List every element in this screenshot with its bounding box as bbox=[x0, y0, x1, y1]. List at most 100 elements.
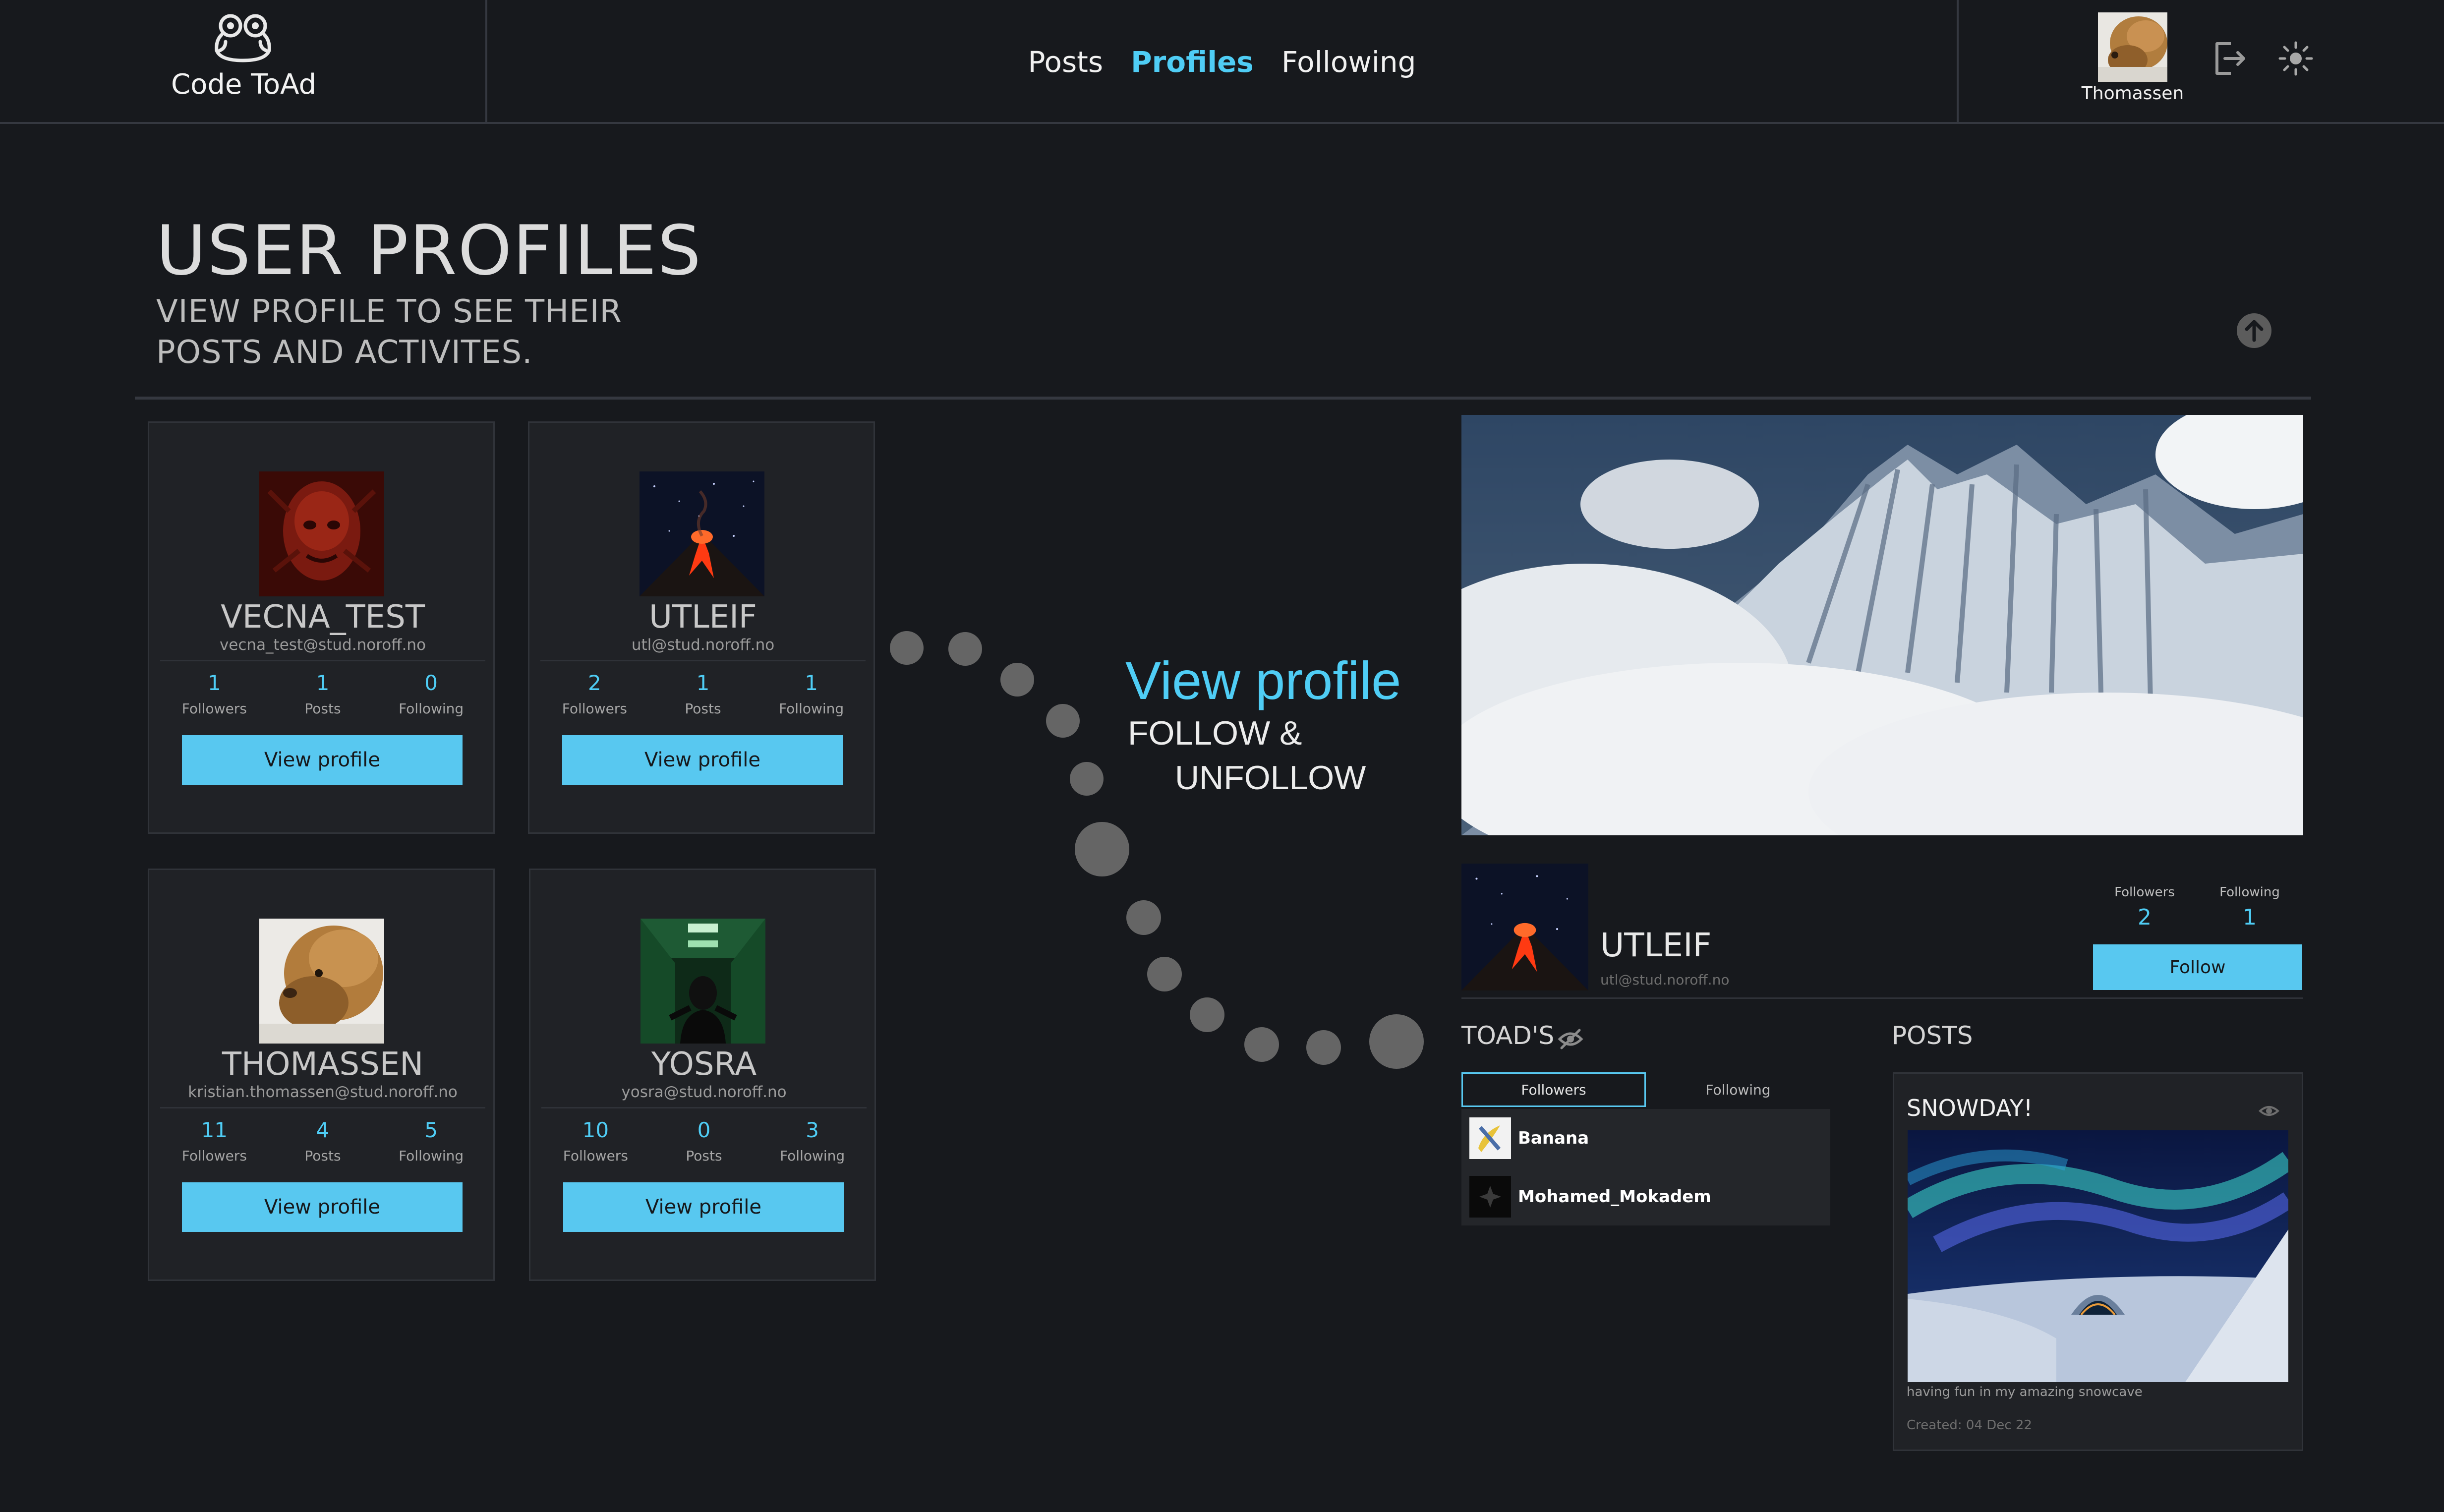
sun-icon[interactable] bbox=[2278, 41, 2314, 76]
profile-card: THOMASSEN kristian.thomassen@stud.noroff… bbox=[148, 869, 495, 1281]
page-title: USER PROFILES bbox=[156, 211, 702, 291]
following-count: 1 bbox=[805, 671, 818, 695]
nav-profiles[interactable]: Profiles bbox=[1131, 45, 1254, 79]
preview-following: Following 1 bbox=[2200, 885, 2299, 930]
profile-stats: 1 Followers 1 Posts 0 Following bbox=[160, 671, 485, 717]
app-name: Code ToAd bbox=[171, 68, 316, 101]
followers-label: Followers bbox=[563, 1148, 628, 1164]
annotation-dot bbox=[1046, 704, 1080, 738]
preview-following-count: 1 bbox=[2243, 905, 2257, 930]
nav-following[interactable]: Following bbox=[1281, 45, 1416, 79]
post-body: having fun in my amazing snowcave bbox=[1907, 1385, 2143, 1399]
annotation-dot bbox=[1147, 957, 1182, 991]
tab-following[interactable]: Following bbox=[1646, 1072, 1830, 1107]
annotation-follow: FOLLOW & bbox=[1128, 714, 1302, 752]
annotation-dot bbox=[1000, 663, 1034, 697]
nav-posts[interactable]: Posts bbox=[1028, 45, 1104, 79]
list-item[interactable]: Mohamed_Mokadem bbox=[1469, 1174, 1826, 1219]
posts-label: Posts bbox=[304, 700, 341, 717]
profile-name: VECNA_TEST bbox=[221, 599, 425, 636]
profile-avatar bbox=[640, 919, 765, 1044]
title-divider bbox=[135, 397, 2311, 400]
user-avatar[interactable] bbox=[2098, 12, 2167, 82]
arrow-up-icon[interactable] bbox=[2236, 312, 2272, 349]
posts-title: POSTS bbox=[1892, 1021, 1973, 1050]
logout-icon[interactable] bbox=[2211, 40, 2249, 77]
follow-button[interactable]: Follow bbox=[2093, 944, 2302, 990]
annotation-dot bbox=[1244, 1027, 1279, 1062]
post-date: Created: 04 Dec 22 bbox=[1907, 1418, 2032, 1433]
view-profile-button[interactable]: View profile bbox=[562, 735, 843, 785]
profile-stats: 2 Followers 1 Posts 1 Following bbox=[540, 671, 866, 717]
posts-count: 4 bbox=[316, 1118, 330, 1142]
profile-name: UTLEIF bbox=[649, 599, 757, 636]
profile-name: THOMASSEN bbox=[222, 1046, 424, 1083]
list-item-name: Mohamed_Mokadem bbox=[1518, 1187, 1711, 1207]
logo-area[interactable]: Code ToAd bbox=[0, 0, 487, 124]
posts-count: 1 bbox=[316, 671, 330, 695]
followers-label: Followers bbox=[562, 700, 627, 717]
preview-avatar bbox=[1461, 864, 1588, 990]
profile-email: yosra@stud.noroff.no bbox=[621, 1083, 787, 1101]
annotation-dot bbox=[890, 631, 924, 665]
profile-card: YOSRA yosra@stud.noroff.no 10 Followers 0… bbox=[529, 869, 876, 1281]
preview-followers: Followers 2 bbox=[2095, 885, 2194, 930]
annotation-dot bbox=[948, 632, 982, 666]
card-divider bbox=[160, 660, 485, 661]
posts-label: Posts bbox=[686, 1148, 722, 1164]
posts-label: Posts bbox=[685, 700, 721, 717]
mohamed-avatar bbox=[1469, 1176, 1511, 1218]
profile-card: UTLEIF utl@stud.noroff.no 2 Followers 1 Po… bbox=[528, 421, 875, 834]
posts-label: Posts bbox=[304, 1148, 341, 1164]
preview-following-label: Following bbox=[2219, 885, 2280, 900]
profile-stats: 11 Followers 4 Posts 5 Following bbox=[160, 1118, 485, 1164]
frog-logo-icon bbox=[215, 14, 271, 62]
profile-avatar bbox=[259, 919, 384, 1044]
post-image bbox=[1908, 1130, 2288, 1382]
user-area bbox=[1957, 0, 2444, 124]
toads-title: TOAD'S bbox=[1461, 1021, 1555, 1050]
annotation-unfollow: UNFOLLOW bbox=[1175, 759, 1366, 797]
followers-count: 1 bbox=[207, 671, 221, 695]
preview-name: UTLEIF bbox=[1600, 926, 1712, 964]
followers-list: Banana Mohamed_Mokadem bbox=[1461, 1109, 1830, 1225]
profile-banner bbox=[1461, 415, 2303, 835]
preview-followers-label: Followers bbox=[2114, 885, 2175, 900]
list-item[interactable]: Banana bbox=[1469, 1116, 1826, 1161]
view-profile-button[interactable]: View profile bbox=[182, 1182, 463, 1232]
annotation-dot bbox=[1190, 997, 1224, 1032]
preview-followers-count: 2 bbox=[2138, 905, 2152, 930]
view-profile-button[interactable]: View profile bbox=[563, 1182, 844, 1232]
profile-card: VECNA_TEST vecna_test@stud.noroff.no 1 Fo… bbox=[148, 421, 495, 834]
annotation-dot bbox=[1075, 822, 1129, 876]
list-item-name: Banana bbox=[1518, 1128, 1589, 1148]
profile-avatar bbox=[640, 471, 764, 596]
annotation-dot bbox=[1070, 762, 1104, 796]
followers-label: Followers bbox=[181, 1148, 247, 1164]
tab-followers[interactable]: Followers bbox=[1461, 1072, 1646, 1107]
card-divider bbox=[541, 1107, 867, 1108]
profile-email: vecna_test@stud.noroff.no bbox=[219, 636, 426, 654]
followers-count: 2 bbox=[587, 671, 601, 695]
user-name: Thomassen bbox=[2081, 83, 2184, 104]
profile-avatar bbox=[259, 471, 384, 596]
following-label: Following bbox=[399, 700, 464, 717]
annotation-dot bbox=[1126, 900, 1161, 935]
followers-count: 11 bbox=[201, 1118, 228, 1142]
posts-count: 0 bbox=[697, 1118, 711, 1142]
posts-count: 1 bbox=[696, 671, 710, 695]
eye-icon[interactable] bbox=[2259, 1101, 2279, 1121]
main-nav: Posts Profiles Following bbox=[487, 0, 1957, 124]
view-profile-button[interactable]: View profile bbox=[182, 735, 463, 785]
top-header: Code ToAd Posts Profiles Following Thoma… bbox=[0, 0, 2444, 124]
preview-divider bbox=[1461, 997, 2303, 999]
profile-name: YOSRA bbox=[651, 1046, 757, 1083]
card-divider bbox=[540, 660, 866, 661]
profile-stats: 10 Followers 0 Posts 3 Following bbox=[541, 1118, 867, 1164]
eye-off-icon[interactable] bbox=[1558, 1026, 1583, 1052]
profile-email: kristian.thomassen@stud.noroff.no bbox=[188, 1083, 458, 1101]
page-subtitle: VIEW PROFILE TO SEE THEIR POSTS AND ACTI… bbox=[156, 293, 622, 371]
followers-label: Followers bbox=[181, 700, 247, 717]
annotation-view-profile: View profile bbox=[1125, 650, 1401, 710]
profile-email: utl@stud.noroff.no bbox=[631, 636, 775, 654]
